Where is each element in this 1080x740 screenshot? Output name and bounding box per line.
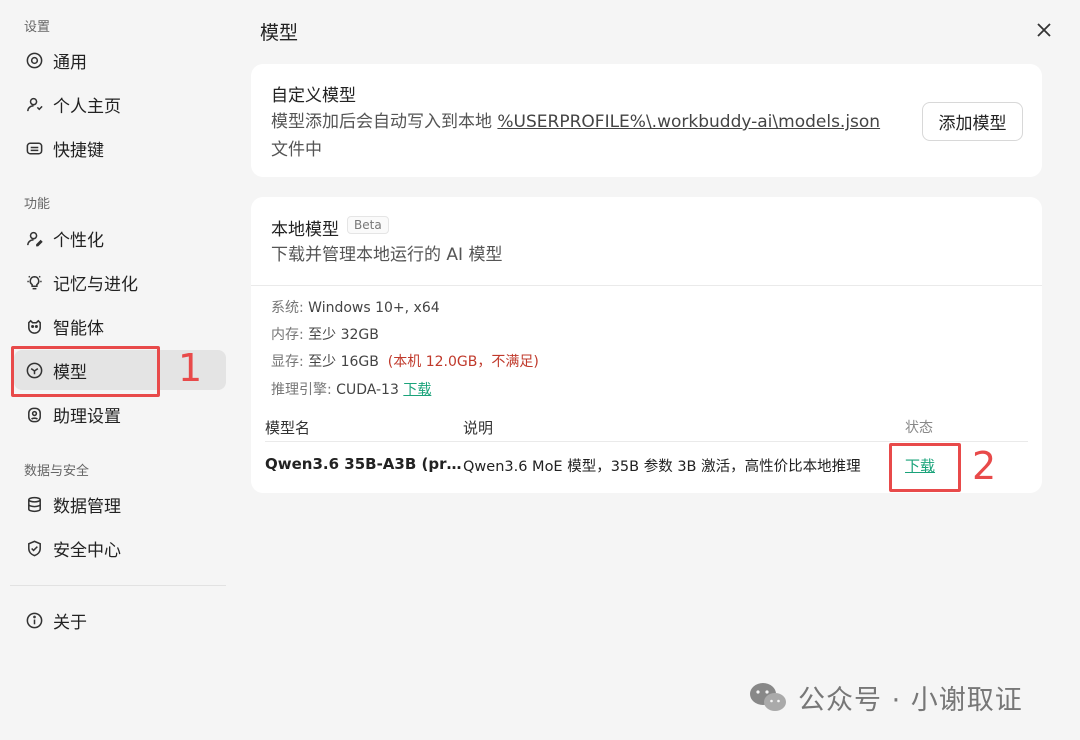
system-value: Windows 10+, x64 <box>308 300 440 316</box>
vram-warning: (本机 12.0GB，不满足) <box>387 354 539 370</box>
local-model-description: 下载并管理本地运行的 AI 模型 <box>271 245 503 265</box>
sidebar-item-label: 通用 <box>53 52 87 73</box>
requirement-memory: 内存: 至少 32GB <box>271 324 379 344</box>
user-icon <box>24 94 44 114</box>
model-description-cell: Qwen3.6 MoE 模型，35B 参数 3B 激活，高性价比本地推理 <box>463 459 861 475</box>
sidebar-item-label: 关于 <box>53 612 87 633</box>
wechat-icon <box>750 682 786 711</box>
sidebar-divider <box>10 585 226 586</box>
sidebar-item-label: 数据管理 <box>53 496 121 517</box>
section-label-data-security: 数据与安全 <box>24 464 90 479</box>
annotation-number-1: 1 <box>178 346 203 390</box>
annotation-box-1 <box>11 346 160 397</box>
card-divider <box>251 285 1042 286</box>
engine-value: CUDA-13 <box>336 382 399 398</box>
annotation-number-2: 2 <box>972 444 997 488</box>
model-name-cell: Qwen3.6 35B-A3B (pruned) <box>265 455 463 473</box>
memory-label: 内存: <box>271 327 309 343</box>
database-icon <box>24 494 44 514</box>
table-header-divider <box>265 441 1028 442</box>
sidebar-item-label: 记忆与进化 <box>53 274 138 295</box>
custom-model-desc-prefix: 模型添加后会自动写入到本地 <box>271 112 498 132</box>
beta-badge: Beta <box>347 216 389 234</box>
section-label-features: 功能 <box>24 197 51 212</box>
section-label-settings: 设置 <box>24 20 51 35</box>
sidebar-item-general[interactable]: 通用 <box>14 40 226 80</box>
column-header-status: 状态 <box>905 420 933 436</box>
models-json-path: %USERPROFILE%\.workbuddy-ai\models.json <box>497 112 881 132</box>
sidebar-item-shortcuts[interactable]: 快捷键 <box>14 128 226 168</box>
watermark: 公众号 · 小谢取证 <box>748 678 1023 717</box>
sidebar-item-label: 助理设置 <box>53 406 121 427</box>
custom-model-card: 自定义模型 模型添加后会自动写入到本地 %USERPROFILE%\.workb… <box>251 64 1042 177</box>
sidebar-item-label: 个人主页 <box>53 96 121 117</box>
sidebar-item-personalize[interactable]: 个性化 <box>14 218 226 258</box>
info-icon <box>24 610 44 630</box>
page-title: 模型 <box>260 22 299 44</box>
sidebar-item-profile[interactable]: 个人主页 <box>14 84 226 124</box>
sidebar-item-memory[interactable]: 记忆与进化 <box>14 262 226 302</box>
custom-model-description: 模型添加后会自动写入到本地 %USERPROFILE%\.workbuddy-a… <box>271 108 880 164</box>
sidebar-item-security[interactable]: 安全中心 <box>14 528 226 568</box>
sidebar-item-label: 快捷键 <box>53 140 104 161</box>
system-label: 系统: <box>271 300 309 316</box>
sidebar-item-label: 安全中心 <box>53 540 121 561</box>
keyboard-icon <box>24 138 44 158</box>
vram-label: 显存: <box>271 354 309 370</box>
sidebar-item-data-management[interactable]: 数据管理 <box>14 484 226 524</box>
settings-circle-icon <box>24 50 44 70</box>
engine-download-link[interactable]: 下载 <box>403 382 431 398</box>
vram-value: 至少 16GB <box>308 354 379 370</box>
memory-value: 至少 32GB <box>308 327 379 343</box>
close-icon <box>1037 23 1051 37</box>
lightbulb-icon <box>24 272 44 292</box>
requirement-engine: 推理引擎: CUDA-13 下载 <box>271 379 431 399</box>
sidebar-item-about[interactable]: 关于 <box>14 600 226 640</box>
shield-check-icon <box>24 538 44 558</box>
requirement-system: 系统: Windows 10+, x64 <box>271 297 440 317</box>
custom-model-title: 自定义模型 <box>271 86 356 106</box>
requirement-vram: 显存: 至少 16GB (本机 12.0GB，不满足) <box>271 351 539 371</box>
column-header-description: 说明 <box>463 419 494 437</box>
column-header-name: 模型名 <box>265 419 311 437</box>
sidebar-item-assistant[interactable]: 助理设置 <box>14 394 226 434</box>
watermark-text: 公众号 · 小谢取证 <box>798 685 1023 716</box>
sidebar-item-agents[interactable]: 智能体 <box>14 306 226 346</box>
annotation-box-2 <box>889 443 961 492</box>
sidebar-item-label: 个性化 <box>53 230 104 251</box>
local-model-title: 本地模型 <box>271 220 339 240</box>
engine-label: 推理引擎: <box>271 382 337 398</box>
assistant-icon <box>24 404 44 424</box>
close-button[interactable] <box>1032 18 1056 42</box>
agent-icon <box>24 316 44 336</box>
sidebar-item-label: 智能体 <box>53 318 104 339</box>
add-model-button[interactable]: 添加模型 <box>922 102 1023 141</box>
custom-model-desc-suffix: 文件中 <box>271 140 322 160</box>
user-edit-icon <box>24 228 44 248</box>
